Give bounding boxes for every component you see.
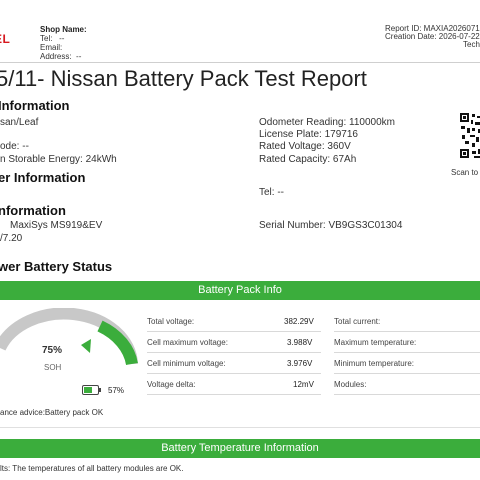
row-label: Modules:	[334, 380, 367, 389]
shop-name-label: Shop Name:	[40, 25, 87, 34]
table-row: Maximum temperature:	[334, 331, 480, 353]
tel-value: --	[59, 34, 65, 43]
soh-value: 75%	[42, 345, 63, 356]
soh-label: SOH	[44, 363, 62, 372]
row-label: Cell maximum voltage:	[147, 338, 228, 347]
brand-logo: EL	[0, 32, 11, 46]
row-label: Total current:	[334, 317, 381, 326]
vehicle-model: san/Leaf	[0, 117, 39, 128]
page-title: 5/11- Nissan Battery Pack Test Report	[0, 66, 367, 91]
report-meta: Report ID: MAXIA2026071 Creation Date: 2…	[385, 25, 480, 49]
row-label: Voltage delta:	[147, 380, 196, 389]
row-value: 12mV	[293, 380, 314, 389]
storable-energy: n Storable Energy: 24kWh	[0, 154, 117, 165]
soh-gauge	[0, 308, 138, 366]
customer-tel: Tel: --	[259, 187, 284, 198]
table-row: Total current:	[334, 310, 480, 332]
temperature-results: lts: The temperatures of all battery mod…	[0, 464, 184, 473]
license-plate: License Plate: 179716	[259, 129, 358, 140]
table-row: Minimum temperature:	[334, 352, 480, 374]
table-row: Modules:	[334, 373, 480, 395]
row-label: Cell minimum voltage:	[147, 359, 226, 368]
odometer: Odometer Reading: 110000km	[259, 117, 396, 128]
shop-info: Shop Name: Tel: -- Email: Address: --	[40, 25, 87, 61]
software-version: /7.20	[0, 233, 23, 244]
address-label: Address:	[40, 52, 72, 61]
battery-percent: 57%	[108, 386, 125, 395]
device-info-heading: nformation	[0, 203, 66, 218]
vehicle-mode: ode: --	[0, 141, 29, 152]
rated-capacity: Rated Capacity: 67Ah	[259, 154, 357, 165]
address-value: --	[76, 52, 82, 61]
rated-voltage: Rated Voltage: 360V	[259, 141, 351, 152]
table-row: Voltage delta: 12mV	[147, 373, 321, 395]
row-value: 3.988V	[287, 338, 313, 347]
customer-info-heading: er Information	[0, 170, 86, 185]
email-label: Email:	[40, 43, 63, 52]
vehicle-info-heading: Information	[0, 98, 70, 113]
battery-icon	[82, 385, 101, 395]
table-row: Total voltage: 382.29V	[147, 310, 321, 332]
battery-temperature-bar: Battery Temperature Information	[0, 439, 480, 458]
serial-number: Serial Number: VB9GS3C01304	[259, 220, 403, 231]
table-row: Cell maximum voltage: 3.988V	[147, 331, 321, 353]
row-label: Minimum temperature:	[334, 359, 415, 368]
battery-pack-info-bar: Battery Pack Info	[0, 281, 480, 300]
technician-label: Techni	[463, 40, 480, 49]
row-value: 3.976V	[287, 359, 313, 368]
scan-label: Scan to	[451, 168, 479, 177]
table-row: Cell minimum voltage: 3.976V	[147, 352, 321, 374]
gauge-pointer-icon	[81, 339, 91, 353]
row-label: Total voltage:	[147, 317, 195, 326]
device-name: MaxiSys MS919&EV	[10, 220, 103, 231]
section-divider	[0, 427, 480, 428]
tel-label: Tel:	[40, 34, 53, 43]
row-value: 382.29V	[284, 317, 314, 326]
row-label: Maximum temperature:	[334, 338, 417, 347]
battery-status-heading: wer Battery Status	[0, 259, 113, 274]
qr-code-icon	[459, 112, 480, 160]
maintenance-advice: ance advice:Battery pack OK	[0, 408, 104, 417]
header-divider	[0, 62, 480, 63]
